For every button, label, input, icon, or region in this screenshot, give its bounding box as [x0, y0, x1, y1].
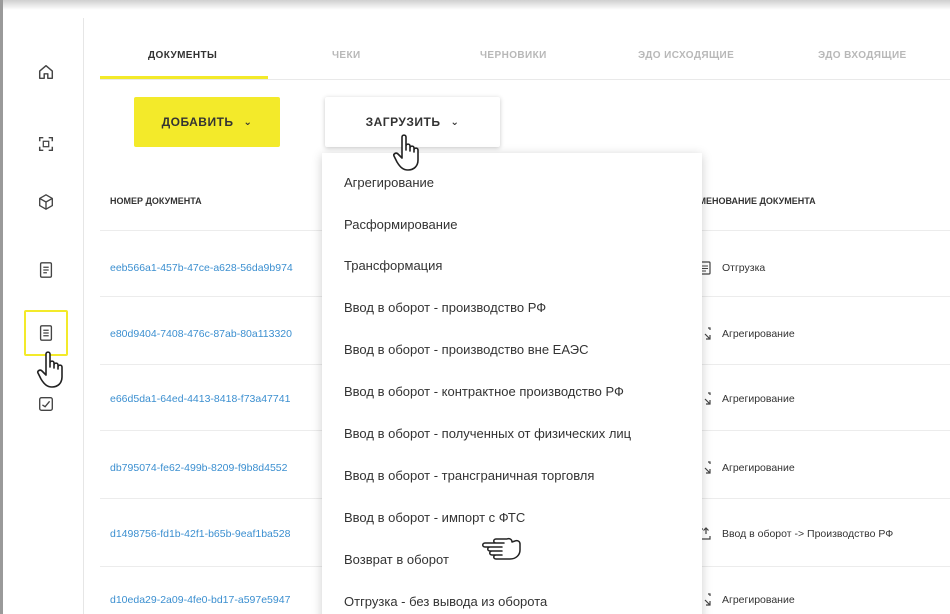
- tab-documents[interactable]: ДОКУМЕНТЫ: [148, 50, 217, 61]
- table-row-name: Агрегирование: [698, 327, 795, 341]
- tab-checks[interactable]: ЧЕКИ: [332, 50, 361, 61]
- hand-cursor-icon: [393, 134, 419, 171]
- document-name: Агрегирование: [722, 393, 795, 405]
- table-row-name: Агрегирование: [698, 392, 795, 406]
- add-button[interactable]: ДОБАВИТЬ ⌄: [134, 97, 280, 147]
- column-header-number[interactable]: НОМЕР ДОКУМЕНТА: [110, 196, 202, 206]
- tab-drafts[interactable]: ЧЕРНОВИКИ: [480, 50, 547, 61]
- hand-cursor-icon: [37, 351, 63, 388]
- tab-bar: ДОКУМЕНТЫ ЧЕКИ ЧЕРНОВИКИ ЭДО ИСХОДЯЩИЕ Э…: [100, 36, 950, 80]
- load-button-label: ЗАГРУЗИТЬ: [365, 115, 441, 129]
- menu-item-intro-production-rf[interactable]: Ввод в оборот - производство РФ: [344, 300, 546, 315]
- chevron-down-icon: ⌄: [450, 116, 460, 128]
- table-row-name: Агрегирование: [698, 593, 795, 607]
- menu-item-shipment-no-withdrawal[interactable]: Отгрузка - без вывода из оборота: [344, 594, 547, 609]
- document-name: Агрегирование: [722, 594, 795, 606]
- document-icon: [39, 325, 53, 341]
- tab-edo-incoming[interactable]: ЭДО ВХОДЯЩИЕ: [818, 50, 907, 61]
- menu-item-disaggregation[interactable]: Расформирование: [344, 217, 457, 232]
- document-link[interactable]: d10eda29-2a09-4fe0-bd17-a597e5947: [110, 594, 325, 606]
- scan-icon: [38, 136, 54, 152]
- table-row-name: Отгрузка: [698, 261, 765, 275]
- box-icon: [39, 194, 53, 210]
- hand-pointer-left-icon: [482, 537, 521, 560]
- document-name: Агрегирование: [722, 328, 795, 340]
- document-link[interactable]: d1498756-fd1b-42f1-b65b-9eaf1ba528: [110, 528, 325, 540]
- document-name: Отгрузка: [722, 262, 766, 274]
- menu-item-intro-cross-border[interactable]: Ввод в оборот - трансграничная торговля: [344, 468, 594, 483]
- menu-item-intro-from-individuals[interactable]: Ввод в оборот - полученных от физических…: [344, 426, 631, 441]
- sidebar-item-registry[interactable]: [24, 248, 68, 292]
- window-border: [0, 0, 3, 614]
- menu-item-intro-import-fts[interactable]: Ввод в оборот - импорт с ФТС: [344, 510, 525, 525]
- sidebar-item-scan[interactable]: [24, 122, 68, 166]
- document-link[interactable]: db795074-fe62-499b-8209-f9b8d4552: [110, 462, 325, 474]
- menu-item-return-to-circulation[interactable]: Возврат в оборот: [344, 552, 449, 567]
- column-header-name[interactable]: ИМЕНОВАНИЕ ДОКУМЕНТА: [698, 196, 816, 206]
- add-button-label: ДОБАВИТЬ: [161, 115, 234, 129]
- document-link[interactable]: e80d9404-7408-476c-87ab-80a113320: [110, 328, 325, 340]
- sidebar-item-home[interactable]: [24, 50, 68, 94]
- sidebar: [12, 18, 84, 614]
- menu-item-transformation[interactable]: Трансформация: [344, 258, 442, 273]
- app-window: ДОКУМЕНТЫ ЧЕКИ ЧЕРНОВИКИ ЭДО ИСХОДЯЩИЕ Э…: [0, 0, 950, 614]
- document-name: Агрегирование: [722, 462, 795, 474]
- active-tab-indicator: [100, 76, 268, 79]
- menu-item-intro-production-outside-eaeu[interactable]: Ввод в оборот - производство вне ЕАЭС: [344, 342, 588, 357]
- document-link[interactable]: e66d5da1-64ed-4413-8418-f73a47741: [110, 393, 325, 405]
- menu-item-intro-contract-production[interactable]: Ввод в оборот - контрактное производство…: [344, 384, 624, 399]
- register-icon: [39, 262, 53, 278]
- home-icon: [38, 64, 54, 80]
- table-row-name: Агрегирование: [698, 461, 795, 475]
- document-link[interactable]: eeb566a1-457b-47ce-a628-56da9b974: [110, 262, 325, 274]
- window-shadow: [0, 0, 950, 10]
- sidebar-item-products[interactable]: [24, 180, 68, 224]
- menu-item-aggregation[interactable]: Агрегирование: [344, 175, 434, 190]
- chevron-down-icon: ⌄: [243, 116, 253, 128]
- check-icon: [39, 397, 53, 411]
- document-name: Ввод в оборот -> Производство РФ: [722, 528, 894, 540]
- table-row-name: Ввод в оборот -> Производство РФ: [698, 527, 893, 541]
- tab-edo-outgoing[interactable]: ЭДО ИСХОДЯЩИЕ: [638, 50, 734, 61]
